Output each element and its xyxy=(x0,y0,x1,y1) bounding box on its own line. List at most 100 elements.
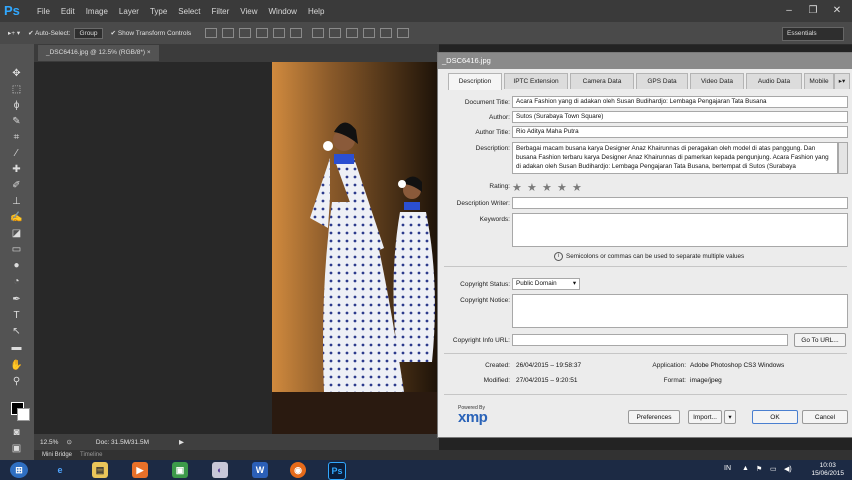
restore-button[interactable]: ❐ xyxy=(804,4,822,17)
eyedropper-tool-icon[interactable]: ⁄ xyxy=(10,148,23,159)
file-explorer-icon[interactable]: ▤ xyxy=(92,462,108,478)
mini-bridge-tab[interactable]: Mini Bridge xyxy=(42,452,72,458)
minimize-button[interactable]: – xyxy=(780,4,798,17)
workspace-select[interactable]: Essentials xyxy=(782,27,844,41)
pen-tool-icon[interactable]: ✒ xyxy=(10,294,23,305)
move-tool-icon[interactable]: ▸+ ▾ xyxy=(8,29,20,37)
status-menu-arrow-icon[interactable]: ▶ xyxy=(179,438,184,446)
distribute-bottom-icon[interactable] xyxy=(346,28,359,38)
rating-star-1-icon[interactable]: ★ xyxy=(512,181,522,194)
import-button[interactable]: Import... xyxy=(688,410,722,424)
rating-star-3-icon[interactable]: ★ xyxy=(542,181,552,194)
document-image[interactable] xyxy=(272,62,439,434)
tray-arrow-icon[interactable]: ▲ xyxy=(742,465,749,472)
word-icon[interactable]: W xyxy=(252,462,268,478)
tab-scroll-arrows-icon[interactable]: ▸▾ xyxy=(834,73,850,89)
align-top-icon[interactable] xyxy=(205,28,218,38)
description-field[interactable]: Berbagai macam busana karya Designer Ana… xyxy=(512,142,838,174)
firefox-icon[interactable]: ◉ xyxy=(290,462,306,478)
timeline-tab[interactable]: Timeline xyxy=(80,452,102,458)
healing-brush-tool-icon[interactable]: ✚ xyxy=(10,164,23,175)
copyright-notice-field[interactable] xyxy=(512,294,848,328)
copyright-status-select[interactable]: Public Domain ▾ xyxy=(512,278,580,290)
language-indicator[interactable]: IN xyxy=(724,465,731,472)
distribute-left-icon[interactable] xyxy=(363,28,376,38)
align-middle-icon[interactable] xyxy=(222,28,235,38)
network-icon[interactable]: ▭ xyxy=(770,465,777,473)
lasso-tool-icon[interactable]: ϕ xyxy=(10,100,23,111)
author-field[interactable]: Sutos (Surabaya Town Square) xyxy=(512,111,848,123)
import-dropdown-button[interactable]: ▾ xyxy=(724,410,736,424)
eraser-tool-icon[interactable]: ◪ xyxy=(10,228,23,239)
distribute-right-icon[interactable] xyxy=(397,28,410,38)
path-select-tool-icon[interactable]: ↖ xyxy=(10,326,23,337)
keywords-field[interactable] xyxy=(512,213,848,247)
rectangle-tool-icon[interactable]: ▬ xyxy=(10,342,23,353)
tab-camera-data[interactable]: Camera Data xyxy=(570,73,634,89)
distribute-center-icon[interactable] xyxy=(380,28,393,38)
distribute-top-icon[interactable] xyxy=(312,28,325,38)
go-to-url-button[interactable]: Go To URL... xyxy=(794,333,846,347)
distribute-middle-icon[interactable] xyxy=(329,28,342,38)
tab-video-data[interactable]: Video Data xyxy=(690,73,744,89)
browser-app-icon[interactable]: ◐ xyxy=(212,462,228,478)
move-tool-icon[interactable]: ✥ xyxy=(10,68,23,79)
copyright-url-field[interactable] xyxy=(512,334,788,346)
tab-audio-data[interactable]: Audio Data xyxy=(746,73,802,89)
document-title-field[interactable]: Acara Fashion yang di adakan oleh Susan … xyxy=(512,96,848,108)
ok-button[interactable]: OK xyxy=(752,410,798,424)
group-select[interactable]: Group xyxy=(74,27,103,39)
tab-iptc-extension[interactable]: IPTC Extension xyxy=(504,73,568,89)
menu-layer[interactable]: Layer xyxy=(119,7,139,16)
align-left-icon[interactable] xyxy=(256,28,269,38)
author-title-field[interactable]: Rio Aditya Maha Putra xyxy=(512,126,848,138)
rating-star-5-icon[interactable]: ★ xyxy=(572,181,582,194)
blur-tool-icon[interactable]: ● xyxy=(10,260,23,271)
rating-star-2-icon[interactable]: ★ xyxy=(527,181,537,194)
description-writer-field[interactable] xyxy=(512,197,848,209)
start-button-icon[interactable]: ⊞ xyxy=(10,462,28,478)
align-center-icon[interactable] xyxy=(273,28,286,38)
internet-explorer-icon[interactable]: e xyxy=(52,462,68,478)
screen-mode-icon[interactable]: ▣ xyxy=(10,443,23,454)
green-app-icon[interactable]: ▣ xyxy=(172,462,188,478)
menu-window[interactable]: Window xyxy=(269,7,297,16)
tab-description[interactable]: Description xyxy=(448,73,502,90)
zoom-level[interactable]: 12.5% xyxy=(40,439,58,446)
close-tab-icon[interactable]: × xyxy=(147,49,151,56)
background-color-swatch[interactable] xyxy=(17,408,30,421)
gradient-tool-icon[interactable]: ▭ xyxy=(10,244,23,255)
flag-icon[interactable]: ⚑ xyxy=(756,465,762,473)
align-right-icon[interactable] xyxy=(290,28,303,38)
brush-tool-icon[interactable]: ✐ xyxy=(10,180,23,191)
tab-mobile[interactable]: Mobile xyxy=(804,73,834,89)
close-button[interactable]: ✕ xyxy=(828,4,846,17)
menu-image[interactable]: Image xyxy=(86,7,108,16)
marquee-tool-icon[interactable]: ⬚ xyxy=(10,84,23,95)
document-tab[interactable]: _DSC6416.jpg @ 12.5% (RGB/8*) × xyxy=(38,45,159,61)
tab-gps-data[interactable]: GPS Data xyxy=(636,73,688,89)
cancel-button[interactable]: Cancel xyxy=(802,410,848,424)
menu-file[interactable]: File xyxy=(37,7,50,16)
quick-select-tool-icon[interactable]: ✎ xyxy=(10,116,23,127)
volume-icon[interactable]: ◀) xyxy=(784,465,792,473)
zoom-tool-icon[interactable]: ⚲ xyxy=(10,376,23,387)
quick-mask-icon[interactable]: ◙ xyxy=(10,427,23,438)
hand-tool-icon[interactable]: ✋ xyxy=(10,360,23,371)
menu-help[interactable]: Help xyxy=(308,7,324,16)
menu-view[interactable]: View xyxy=(240,7,257,16)
media-player-icon[interactable]: ▶ xyxy=(132,462,148,478)
clone-stamp-tool-icon[interactable]: ⊥ xyxy=(10,196,23,207)
menu-filter[interactable]: Filter xyxy=(212,7,230,16)
description-scrollbar[interactable] xyxy=(838,142,848,174)
show-transform-checkbox[interactable]: ✔ Show Transform Controls xyxy=(111,29,192,37)
align-bottom-icon[interactable] xyxy=(239,28,252,38)
preferences-button[interactable]: Preferences xyxy=(628,410,680,424)
type-tool-icon[interactable]: T xyxy=(10,310,23,321)
dodge-tool-icon[interactable]: ◔ xyxy=(10,276,23,287)
rating-star-4-icon[interactable]: ★ xyxy=(557,181,567,194)
auto-select-checkbox[interactable]: ✔ Auto-Select: xyxy=(28,29,70,37)
menu-edit[interactable]: Edit xyxy=(61,7,75,16)
menu-type[interactable]: Type xyxy=(150,7,167,16)
menu-select[interactable]: Select xyxy=(178,7,200,16)
